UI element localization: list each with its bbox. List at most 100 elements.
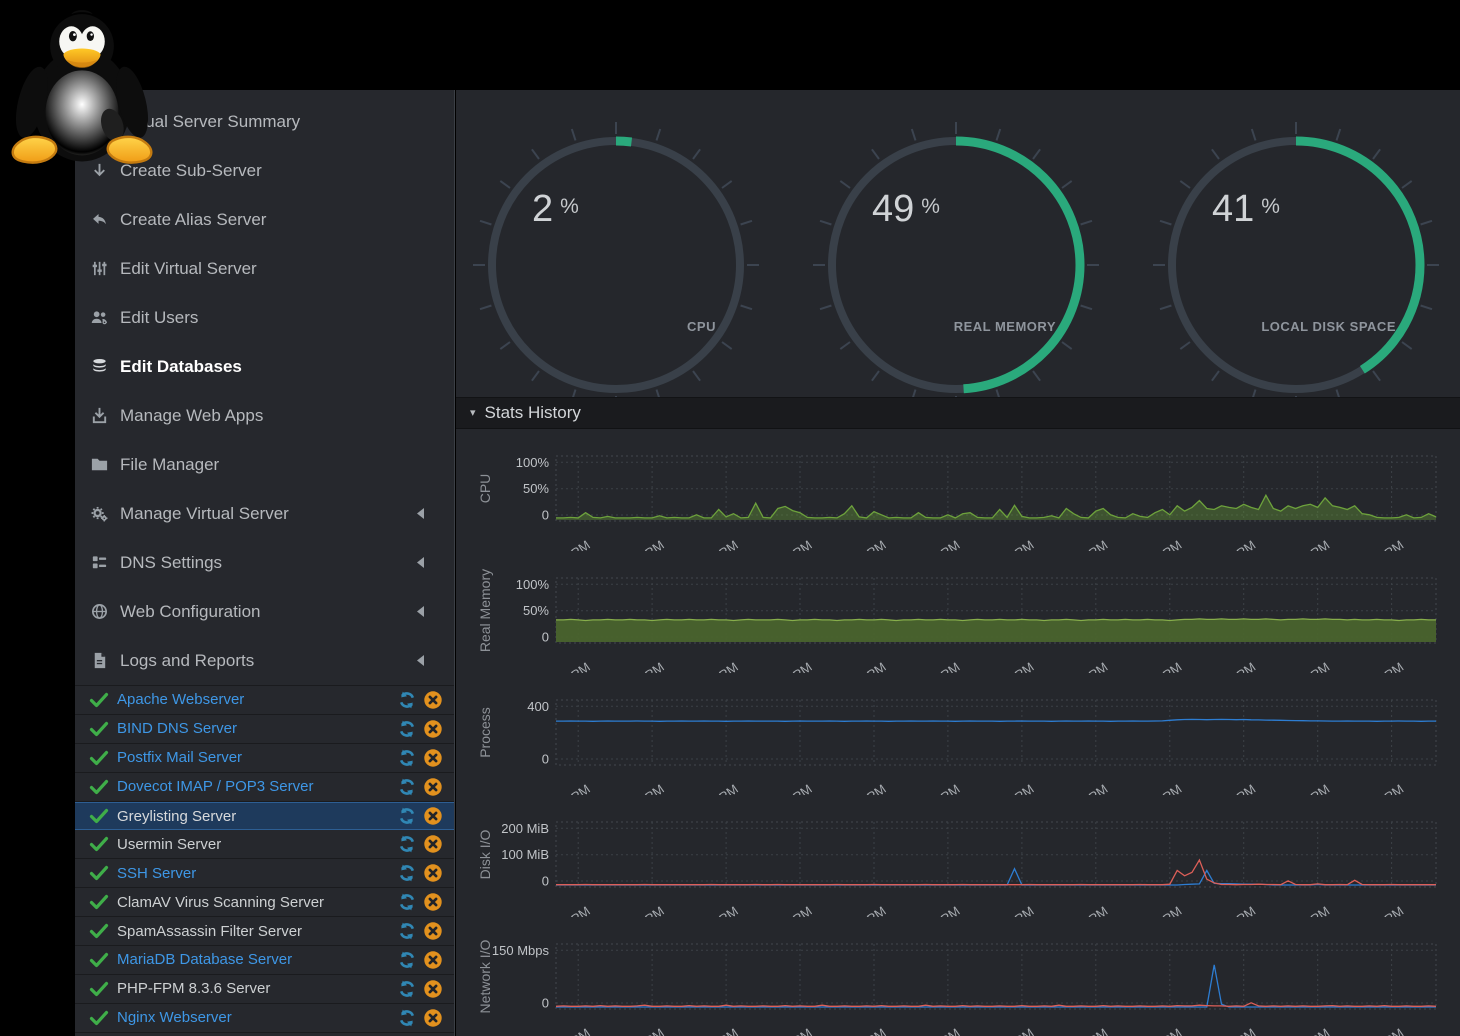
service-list: Apache Webserver BIND DNS Server Postfix M… bbox=[75, 685, 454, 1033]
service-row-greylisting-server: Greylisting Server bbox=[75, 802, 454, 831]
service-name[interactable]: BIND DNS Server bbox=[117, 720, 394, 737]
stop-service-button[interactable] bbox=[420, 719, 446, 739]
reply-icon bbox=[90, 210, 120, 229]
service-name: PHP-FPM 8.3.6 Server bbox=[117, 980, 394, 997]
svg-text:4:20 PM: 4:20 PM bbox=[1210, 781, 1258, 795]
status-ok-icon bbox=[89, 834, 117, 854]
stop-service-button[interactable] bbox=[420, 950, 446, 970]
screen: Virtual Server SummaryCreate Sub-ServerC… bbox=[0, 0, 1460, 1036]
stop-service-button[interactable] bbox=[420, 806, 446, 826]
svg-text:4:06 PM: 4:06 PM bbox=[619, 537, 667, 551]
status-ok-icon bbox=[89, 748, 117, 768]
restart-service-button[interactable] bbox=[394, 690, 420, 710]
restart-service-button[interactable] bbox=[394, 719, 420, 739]
svg-text:4:23 PM: 4:23 PM bbox=[1358, 659, 1406, 673]
restart-service-button[interactable] bbox=[394, 748, 420, 768]
stop-service-button[interactable] bbox=[420, 834, 446, 854]
svg-text:4:13 PM: 4:13 PM bbox=[914, 537, 962, 551]
status-ok-icon bbox=[89, 719, 117, 739]
status-ok-icon bbox=[89, 690, 117, 710]
svg-text:4:23 PM: 4:23 PM bbox=[1358, 537, 1406, 551]
sidebar-item-dns-settings[interactable]: DNS Settings bbox=[75, 538, 454, 587]
sidebar-menu: Virtual Server SummaryCreate Sub-ServerC… bbox=[75, 90, 454, 685]
stop-service-button[interactable] bbox=[420, 863, 446, 883]
sidebar-item-create-alias-server[interactable]: Create Alias Server bbox=[75, 195, 454, 244]
service-name[interactable]: MariaDB Database Server bbox=[117, 951, 394, 968]
sidebar-item-logs-and-reports[interactable]: Logs and Reports bbox=[75, 636, 454, 685]
svg-text:4:06 PM: 4:06 PM bbox=[619, 781, 667, 795]
svg-text:4:13 PM: 4:13 PM bbox=[914, 903, 962, 917]
stop-service-button[interactable] bbox=[420, 892, 446, 912]
svg-text:4:08 PM: 4:08 PM bbox=[693, 1025, 741, 1036]
sidebar-item-web-configuration[interactable]: Web Configuration bbox=[75, 587, 454, 636]
svg-text:0: 0 bbox=[542, 996, 549, 1011]
service-row-usermin-server: Usermin Server bbox=[75, 830, 454, 859]
svg-text:4:13 PM: 4:13 PM bbox=[914, 1025, 962, 1036]
svg-text:4:11 PM: 4:11 PM bbox=[841, 781, 888, 795]
svg-text:4:08 PM: 4:08 PM bbox=[693, 903, 741, 917]
service-name[interactable]: Dovecot IMAP / POP3 Server bbox=[117, 778, 394, 795]
status-ok-icon bbox=[89, 950, 117, 970]
svg-text:4:11 PM: 4:11 PM bbox=[841, 537, 888, 551]
service-name[interactable]: Apache Webserver bbox=[117, 691, 394, 708]
sidebar-item-label: DNS Settings bbox=[120, 553, 417, 573]
status-ok-icon bbox=[89, 806, 117, 826]
svg-text:4:08 PM: 4:08 PM bbox=[693, 781, 741, 795]
restart-service-button[interactable] bbox=[394, 1008, 420, 1028]
svg-text:4:23 PM: 4:23 PM bbox=[1358, 781, 1406, 795]
gauge-local-disk-space: 41%LOCAL DISK SPACE bbox=[1153, 122, 1439, 397]
stop-service-button[interactable] bbox=[420, 1008, 446, 1028]
status-ok-icon bbox=[89, 777, 117, 797]
stop-service-button[interactable] bbox=[420, 748, 446, 768]
svg-text:4:20 PM: 4:20 PM bbox=[1210, 1025, 1258, 1036]
svg-text:4:15 PM: 4:15 PM bbox=[988, 537, 1036, 551]
stop-service-button[interactable] bbox=[420, 777, 446, 797]
sidebar-item-file-manager[interactable]: File Manager bbox=[75, 440, 454, 489]
chart-axis-label: CPU bbox=[477, 474, 493, 504]
document-icon bbox=[90, 651, 120, 670]
restart-service-button[interactable] bbox=[394, 979, 420, 999]
svg-text:4:18 PM: 4:18 PM bbox=[1136, 1025, 1184, 1036]
svg-text:4:20 PM: 4:20 PM bbox=[1210, 659, 1258, 673]
chart-network: 150 Mbps04:05 PM4:06 PM4:08 PM4:10 PM4:1… bbox=[456, 917, 1460, 1036]
stop-service-button[interactable] bbox=[420, 921, 446, 941]
svg-text:4:06 PM: 4:06 PM bbox=[619, 1025, 667, 1036]
restart-service-button[interactable] bbox=[394, 921, 420, 941]
gauge-label: LOCAL DISK SPACE bbox=[1261, 319, 1396, 334]
status-ok-icon bbox=[89, 863, 117, 883]
gauge-value: 49% bbox=[872, 188, 940, 230]
stats-history-header[interactable]: ▾ Stats History bbox=[456, 397, 1460, 429]
service-name[interactable]: Postfix Mail Server bbox=[117, 749, 394, 766]
restart-service-button[interactable] bbox=[394, 777, 420, 797]
stop-service-button[interactable] bbox=[420, 979, 446, 999]
sidebar-item-edit-users[interactable]: Edit Users bbox=[75, 293, 454, 342]
sidebar-item-edit-virtual-server[interactable]: Edit Virtual Server bbox=[75, 244, 454, 293]
service-row-clamav-virus-scanning-server: ClamAV Virus Scanning Server bbox=[75, 888, 454, 917]
svg-text:4:11 PM: 4:11 PM bbox=[841, 659, 888, 673]
service-name[interactable]: Nginx Webserver bbox=[117, 1009, 394, 1026]
restart-service-button[interactable] bbox=[394, 863, 420, 883]
restart-service-button[interactable] bbox=[394, 892, 420, 912]
svg-text:4:23 PM: 4:23 PM bbox=[1358, 903, 1406, 917]
collapse-triangle-icon: ▾ bbox=[470, 408, 476, 419]
svg-text:4:21 PM: 4:21 PM bbox=[1284, 781, 1332, 795]
svg-text:4:05 PM: 4:05 PM bbox=[545, 1025, 593, 1036]
sidebar-item-edit-databases[interactable]: Edit Databases bbox=[75, 342, 454, 391]
svg-text:4:16 PM: 4:16 PM bbox=[1062, 1025, 1110, 1036]
restart-service-button[interactable] bbox=[394, 834, 420, 854]
svg-text:4:05 PM: 4:05 PM bbox=[545, 903, 593, 917]
sidebar-item-manage-virtual-server[interactable]: Manage Virtual Server bbox=[75, 489, 454, 538]
stats-history-title: Stats History bbox=[485, 403, 581, 423]
svg-text:4:15 PM: 4:15 PM bbox=[988, 659, 1036, 673]
service-name[interactable]: SSH Server bbox=[117, 865, 394, 882]
status-ok-icon bbox=[89, 921, 117, 941]
restart-service-button[interactable] bbox=[394, 950, 420, 970]
sidebar-item-label: Logs and Reports bbox=[120, 651, 417, 671]
restart-service-button[interactable] bbox=[394, 806, 420, 826]
sidebar-item-label: Edit Users bbox=[120, 308, 454, 328]
sidebar-item-manage-web-apps[interactable]: Manage Web Apps bbox=[75, 391, 454, 440]
sidebar-item-label: Edit Virtual Server bbox=[120, 259, 454, 279]
svg-text:4:21 PM: 4:21 PM bbox=[1284, 537, 1332, 551]
stop-service-button[interactable] bbox=[420, 690, 446, 710]
gauge-cpu: 2%CPU bbox=[473, 122, 759, 397]
